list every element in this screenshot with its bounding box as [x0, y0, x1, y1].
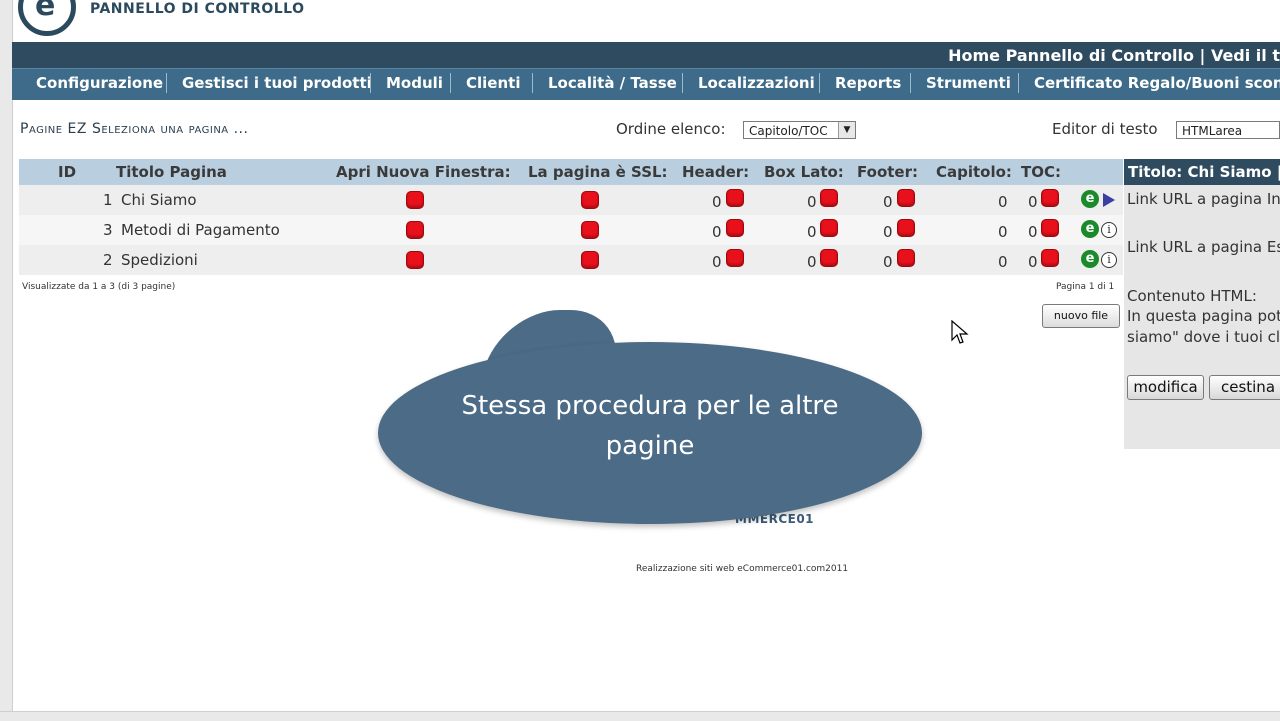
nav-separator [370, 73, 371, 93]
speech-bubble-line: Stessa procedura per le altre [461, 391, 839, 421]
header-status-icon[interactable] [727, 250, 743, 266]
chevron-down-icon[interactable]: ▼ [838, 122, 855, 138]
footer-status-icon[interactable] [898, 190, 914, 206]
footer-value: 0 [883, 223, 893, 241]
row-id: 2 [103, 251, 113, 269]
col-header: Header: [682, 163, 750, 181]
edit-button[interactable]: modifica [1127, 375, 1204, 400]
box-status-icon[interactable] [821, 250, 837, 266]
selected-arrow-icon [1103, 193, 1115, 207]
order-select-value: Capitolo/TOC [749, 124, 828, 138]
order-label: Ordine elenco: [616, 120, 726, 138]
edit-e-icon[interactable]: e [1081, 220, 1099, 238]
box-value: 0 [807, 253, 817, 271]
nav-reports[interactable]: Reports [835, 74, 901, 92]
row-title[interactable]: Spedizioni [121, 251, 198, 269]
info-icon[interactable]: i [1101, 252, 1117, 268]
footer-status-icon[interactable] [898, 220, 914, 236]
box-status-icon[interactable] [821, 220, 837, 236]
ssl-status-icon[interactable] [582, 222, 598, 238]
nav-localizzazioni[interactable]: Localizzazioni [698, 74, 815, 92]
nav-localita-tasse[interactable]: Località / Tasse [548, 74, 677, 92]
col-id: ID [58, 163, 77, 181]
header-value: 0 [712, 253, 722, 271]
toc-status-icon[interactable] [1042, 250, 1058, 266]
nav-separator [819, 73, 820, 93]
toc-value: 0 [1028, 193, 1038, 211]
nav-clienti[interactable]: Clienti [466, 74, 520, 92]
header-value: 0 [712, 193, 722, 211]
header-status-icon[interactable] [727, 220, 743, 236]
box-value: 0 [807, 223, 817, 241]
new-file-button[interactable]: nuovo file [1042, 304, 1120, 328]
edit-e-icon[interactable]: e [1081, 190, 1099, 208]
link-internal-label: Link URL a pagina In [1127, 190, 1280, 208]
new-window-status-icon[interactable] [407, 192, 423, 208]
editor-label: Editor di testo [1052, 120, 1158, 138]
col-toc: TOC: [1021, 163, 1061, 181]
page-title: Pagine EZ Seleziona una pagina ... [20, 121, 249, 137]
top-links[interactable]: Home Pannello di Controllo | Vedi il t [948, 46, 1280, 65]
new-window-status-icon[interactable] [407, 252, 423, 268]
toc-value: 0 [1028, 223, 1038, 241]
chapter-value: 0 [998, 193, 1008, 211]
col-box: Box Lato: [764, 163, 844, 181]
toc-status-icon[interactable] [1042, 190, 1058, 206]
content-label: Contenuto HTML: [1127, 287, 1257, 305]
new-window-status-icon[interactable] [407, 222, 423, 238]
footer-credit[interactable]: Realizzazione siti web eCommerce01.com20… [636, 564, 848, 574]
results-count: Visualizzate da 1 a 3 (di 3 pagine) [22, 282, 176, 292]
footer-value: 0 [883, 193, 893, 211]
logo-letter: e [35, 0, 56, 23]
editor-select[interactable]: HTMLarea [1176, 121, 1280, 139]
nav-separator [910, 73, 911, 93]
nav-moduli[interactable]: Moduli [386, 74, 443, 92]
nav-certificato-regalo[interactable]: Certificato Regalo/Buoni sconto [1034, 74, 1280, 92]
nav-separator [532, 73, 533, 93]
row-title[interactable]: Chi Siamo [121, 191, 197, 209]
col-title: Titolo Pagina [116, 163, 227, 181]
speech-bubble-text: Stessa procedura per le altre pagine [430, 386, 870, 466]
nav-gestisci-prodotti[interactable]: Gestisci i tuoi prodotti [182, 74, 372, 92]
col-footer: Footer: [857, 163, 918, 181]
col-new-window: Apri Nuova Finestra: [336, 163, 511, 181]
content-line: In questa pagina pot [1127, 307, 1280, 325]
edit-e-icon[interactable]: e [1081, 250, 1099, 268]
trash-button[interactable]: cestina [1209, 375, 1280, 400]
box-value: 0 [807, 193, 817, 211]
nav-separator [682, 73, 683, 93]
nav-strumenti[interactable]: Strumenti [926, 74, 1011, 92]
header-value: 0 [712, 223, 722, 241]
chapter-value: 0 [998, 223, 1008, 241]
nav-separator [1018, 73, 1019, 93]
link-external-label: Link URL a pagina Es [1127, 238, 1280, 256]
nav-separator [450, 73, 451, 93]
ssl-status-icon[interactable] [582, 192, 598, 208]
row-id: 1 [103, 191, 113, 209]
pagination: Pagina 1 di 1 [1056, 282, 1115, 292]
info-icon[interactable]: i [1101, 222, 1117, 238]
box-status-icon[interactable] [821, 190, 837, 206]
logo-text: PANNELLO DI CONTROLLO [90, 1, 305, 17]
ssl-status-icon[interactable] [582, 252, 598, 268]
header-status-icon[interactable] [727, 190, 743, 206]
window-left-edge [0, 0, 13, 720]
editor-select-value: HTMLarea [1182, 124, 1243, 138]
detail-panel-title: Titolo: Chi Siamo | [1124, 159, 1280, 185]
row-id: 3 [103, 221, 113, 239]
row-title[interactable]: Metodi di Pagamento [121, 221, 280, 239]
col-chapter: Capitolo: [936, 163, 1012, 181]
nav-separator [166, 73, 167, 93]
footer-status-icon[interactable] [898, 250, 914, 266]
chapter-value: 0 [998, 253, 1008, 271]
toc-value: 0 [1028, 253, 1038, 271]
toc-status-icon[interactable] [1042, 220, 1058, 236]
mouse-cursor-icon [951, 320, 969, 344]
footer-value: 0 [883, 253, 893, 271]
speech-bubble-line: pagine [605, 431, 695, 461]
content-line: siamo" dove i tuoi cl [1127, 328, 1280, 346]
col-ssl: La pagina è SSL: [528, 163, 668, 181]
order-select[interactable]: Capitolo/TOC ▼ [743, 121, 856, 139]
nav-configurazione[interactable]: Configurazione [36, 74, 163, 92]
